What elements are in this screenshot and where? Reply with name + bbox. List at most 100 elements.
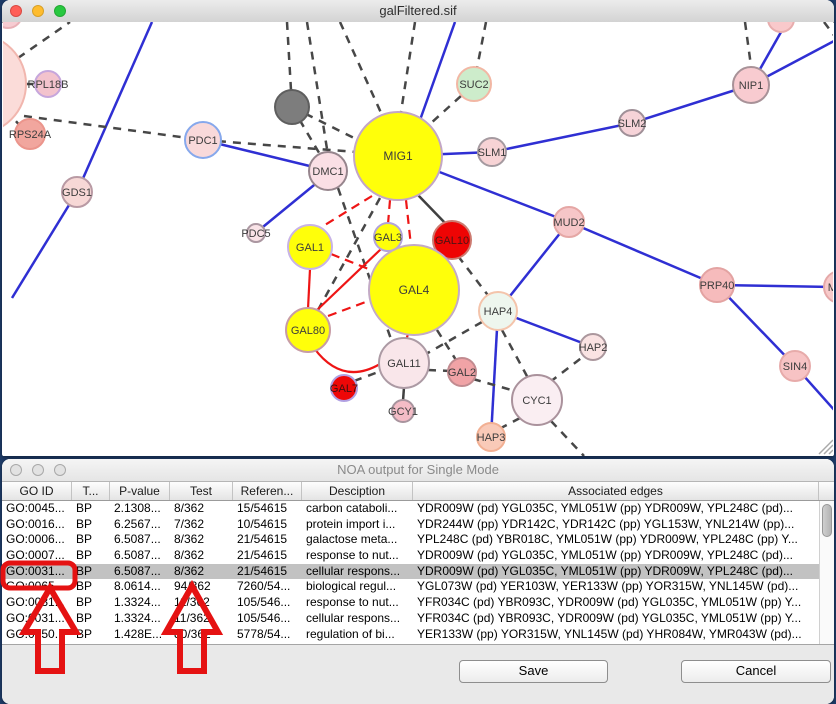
edge-dash[interactable] — [18, 22, 70, 58]
network-window-titlebar[interactable]: galFiltered.sif — [2, 0, 834, 23]
edge-rdash[interactable] — [320, 196, 372, 228]
table-cell: 6.5087... — [110, 564, 170, 580]
table-row[interactable]: GO:0031...BP1.3324...11/362105/546...res… — [2, 595, 819, 611]
node-NIP1[interactable]: NIP1 — [733, 67, 769, 103]
table-cell: BP — [72, 564, 110, 580]
node-GAL80[interactable]: GAL80 — [286, 308, 330, 352]
node-GAL4[interactable]: GAL4 — [369, 245, 459, 335]
node-corner-tr[interactable] — [768, 22, 794, 32]
node-MIG1[interactable]: MIG1 — [354, 112, 442, 200]
node-gray-node[interactable] — [275, 90, 309, 124]
node-PDC1[interactable]: PDC1 — [185, 122, 221, 158]
node-RPS24A[interactable]: RPS24A — [9, 119, 52, 149]
noa-window-titlebar[interactable]: NOA output for Single Mode — [2, 459, 834, 482]
table-cell: 8/362 — [170, 532, 233, 548]
table-row[interactable]: GO:0065...BP8.0614...94/3627260/54...bio… — [2, 579, 819, 595]
edge-dash[interactable] — [824, 22, 833, 38]
column-header-t-[interactable]: T... — [72, 482, 110, 500]
table-row[interactable]: GO:0016...BP6.2567...7/36210/54615protei… — [2, 517, 819, 533]
edge-dark[interactable] — [417, 194, 446, 224]
column-header-test[interactable]: Test — [170, 482, 233, 500]
table-row[interactable]: GO:0031...BP6.5087...8/36221/54615cellul… — [2, 564, 819, 580]
node-GCY1[interactable]: GCY1 — [388, 400, 418, 422]
node-GAL1[interactable]: GAL1 — [288, 225, 332, 269]
node-big-left[interactable] — [3, 34, 26, 134]
node-RPL18B[interactable]: RPL18B — [28, 71, 69, 97]
node-DMC1[interactable]: DMC1 — [309, 152, 347, 190]
node-GAL7[interactable]: GAL7 — [330, 375, 358, 401]
node-CYC1[interactable]: CYC1 — [512, 375, 562, 425]
table-cell: GO:0031... — [2, 595, 72, 611]
edge-redcurve[interactable] — [314, 348, 380, 372]
node-GDS1[interactable]: GDS1 — [62, 177, 92, 207]
edge-rdash[interactable] — [406, 200, 411, 246]
edge-pp[interactable] — [492, 123, 632, 152]
node-SLM2[interactable]: SLM2 — [618, 110, 647, 136]
table-row[interactable]: GO:0031...BP1.3324...11/362105/546...cel… — [2, 611, 819, 627]
node-HAP3[interactable]: HAP3 — [477, 423, 506, 451]
node-label: PDC1 — [188, 135, 217, 147]
table-row[interactable]: GO:0006...BP6.5087...8/36221/54615galact… — [2, 532, 819, 548]
node-GAL3[interactable]: GAL3 — [374, 223, 402, 251]
node-PDC5[interactable]: PDC5 — [241, 224, 270, 242]
column-header-p-value[interactable]: P-value — [110, 482, 170, 500]
node-MUD2[interactable]: MUD2 — [553, 207, 584, 237]
edge-dash[interactable] — [745, 22, 751, 66]
table-row[interactable]: GO:0007...BP6.5087...8/36221/54615respon… — [2, 548, 819, 564]
column-header-referen-[interactable]: Referen... — [233, 482, 302, 500]
node-label: HAP2 — [579, 342, 608, 354]
column-header-associated-edges[interactable]: Associated edges — [413, 482, 819, 500]
node-GAL2[interactable]: GAL2 — [448, 358, 476, 386]
resize-grip[interactable] — [819, 440, 833, 454]
edge-dash[interactable] — [551, 421, 584, 456]
table-cell: 8.0614... — [110, 579, 170, 595]
node-HAP2[interactable]: HAP2 — [579, 334, 608, 360]
vertical-scrollbar[interactable] — [819, 501, 834, 644]
edge-pp[interactable] — [569, 222, 717, 285]
node-SIN4[interactable]: SIN4 — [780, 351, 810, 381]
column-header-go-id[interactable]: GO ID — [2, 482, 72, 500]
edge-dark[interactable] — [403, 387, 404, 401]
node-label: GCY1 — [388, 406, 418, 418]
node-SUC2[interactable]: SUC2 — [457, 67, 491, 101]
table-cell: GO:0007... — [2, 548, 72, 564]
edge-dash[interactable] — [458, 256, 490, 298]
node-corner-tl[interactable] — [3, 22, 22, 28]
table-row[interactable]: GO:0050...BP1.428E...80/3625778/54...reg… — [2, 627, 819, 643]
node-label: SUC2 — [459, 79, 488, 91]
table-row[interactable]: GO:0045...BP2.1308...8/36215/54615carbon… — [2, 501, 819, 517]
table-cell: BP — [72, 595, 110, 611]
scrollbar-thumb[interactable] — [822, 504, 832, 537]
node-GAL11[interactable]: GAL11 — [379, 338, 429, 388]
node-MSN[interactable]: MSN — [824, 271, 833, 303]
edge-dash[interactable] — [550, 356, 584, 382]
cancel-button[interactable]: Cancel — [681, 660, 831, 683]
edge-dash[interactable] — [401, 22, 415, 112]
column-header-desciption[interactable]: Desciption — [302, 482, 413, 500]
edge-dash[interactable] — [502, 330, 528, 378]
node-label: SLM1 — [478, 147, 507, 159]
edge-rdash[interactable] — [328, 300, 371, 316]
node-HAP4[interactable]: HAP4 — [479, 292, 517, 330]
edge-red[interactable] — [308, 269, 310, 309]
table-cell: 80/362 — [170, 627, 233, 643]
edge-dash[interactable] — [340, 22, 382, 115]
node-SLM1[interactable]: SLM1 — [478, 138, 507, 166]
table-cell: BP — [72, 517, 110, 533]
edge-dash[interactable] — [477, 22, 486, 68]
edge-rdash[interactable] — [388, 200, 390, 224]
edge-dash[interactable] — [428, 370, 450, 371]
network-window: galFiltered.sif RPL18B RPS24A GDS1 PDC1 DMC1… — [2, 0, 834, 456]
node-label: PDC5 — [241, 228, 270, 240]
edge-dash[interactable] — [307, 22, 330, 168]
save-button[interactable]: Save — [459, 660, 608, 683]
table-cell: YDR009W (pd) YGL035C, YML051W (pp) YDR00… — [413, 564, 819, 580]
table-cell: response to nut... — [302, 548, 413, 564]
edge-pp[interactable] — [420, 22, 455, 120]
edge-pp[interactable] — [77, 22, 152, 192]
network-canvas[interactable]: RPL18B RPS24A GDS1 PDC1 DMC1MIG1 SUC2 SLM1 SLM2… — [3, 22, 833, 456]
edge-pp[interactable] — [12, 192, 77, 298]
table-cell: 6.5087... — [110, 532, 170, 548]
table-cell: 8/362 — [170, 501, 233, 517]
node-PRP40[interactable]: PRP40 — [700, 268, 735, 302]
